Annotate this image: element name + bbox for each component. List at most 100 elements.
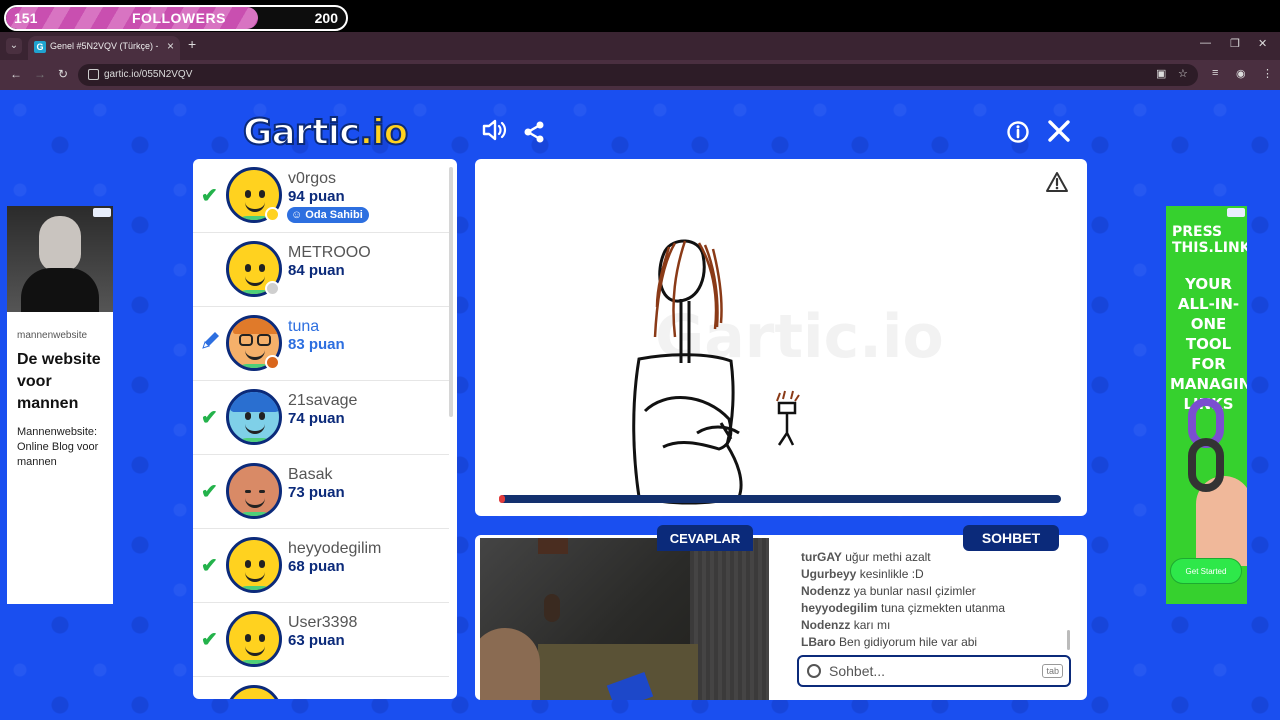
player-row-drawing[interactable]: tuna 83 puan bbox=[193, 307, 449, 381]
room-owner-badge: ☺ Oda Sahibi bbox=[287, 207, 369, 223]
new-tab-button[interactable]: + bbox=[188, 36, 196, 52]
restore-icon[interactable]: ❐ bbox=[1230, 37, 1240, 50]
bookmark-star-icon[interactable]: ☆ bbox=[1178, 67, 1188, 80]
guessed-check-icon: ✔ bbox=[201, 185, 218, 207]
player-name: tuna bbox=[288, 318, 320, 335]
window-close-icon[interactable]: ✕ bbox=[1258, 37, 1267, 50]
chat-bubble-icon bbox=[807, 664, 821, 678]
right-advertisement[interactable]: PRESS THIS.LINK YOUR ALL-IN-ONE TOOL FOR… bbox=[1166, 206, 1247, 604]
address-bar[interactable]: gartic.io/055N2VQV bbox=[78, 64, 1198, 86]
player-row[interactable]: ✔ heyyodegilim 68 puan bbox=[193, 529, 449, 603]
status-dot bbox=[265, 207, 280, 222]
browser-tabstrip: ⌄ G Genel #5N2VQV (Türkçe) - Gart × + — … bbox=[0, 32, 1280, 60]
players-scrollbar[interactable] bbox=[449, 167, 453, 417]
ad-headline[interactable]: De website voor mannen bbox=[7, 341, 113, 415]
status-dot bbox=[265, 281, 280, 296]
player-score: 73 puan bbox=[288, 484, 345, 501]
player-avatar[interactable] bbox=[226, 463, 282, 519]
ad-tagline: YOUR ALL-IN-ONE TOOL FOR MANAGING LINKS bbox=[1170, 275, 1247, 413]
chat-messages: turGAY uğur methi azalt Ugurbeyy kesinli… bbox=[801, 550, 1071, 652]
tab-search-button[interactable]: ⌄ bbox=[6, 38, 22, 54]
ad-get-started-button[interactable]: Get Started bbox=[1170, 558, 1242, 584]
player-score: 83 puan bbox=[288, 336, 345, 353]
ad-choices-icon[interactable] bbox=[93, 208, 111, 217]
player-row[interactable]: ✔ User3398 63 puan bbox=[193, 603, 449, 677]
player-avatar[interactable] bbox=[226, 685, 282, 699]
pencil-icon bbox=[200, 329, 222, 357]
minimize-icon[interactable]: — bbox=[1200, 37, 1211, 49]
player-avatar[interactable] bbox=[226, 537, 282, 593]
streamer-webcam bbox=[480, 538, 769, 700]
followers-label: FOLLOWERS bbox=[132, 10, 226, 26]
tab-chat[interactable]: SOHBET bbox=[963, 525, 1059, 551]
bottom-panel: turGAY uğur methi azalt Ugurbeyy kesinli… bbox=[475, 535, 1087, 700]
player-name: Basak bbox=[288, 466, 333, 483]
ad-source: mannenwebsite bbox=[17, 330, 88, 341]
players-list: ✔ v0rgos 94 puan ☺ Oda Sahibi METROOO 84… bbox=[193, 159, 457, 699]
player-row[interactable] bbox=[193, 677, 449, 699]
chat-message: Nodenzz ya bunlar nasıl çizimler bbox=[801, 584, 976, 598]
ad-choices-icon[interactable] bbox=[1227, 208, 1245, 217]
chat-message: Ugurbeyy kesinlikle :D bbox=[801, 567, 924, 581]
close-tab-icon[interactable]: × bbox=[167, 39, 174, 53]
followers-current: 151 bbox=[14, 10, 38, 26]
stream-overlay: 151 FOLLOWERS 200 bbox=[0, 0, 1280, 32]
browser-menu-icon[interactable]: ⋮ bbox=[1262, 67, 1273, 80]
player-name: v0rgos bbox=[288, 170, 337, 187]
browser-tab[interactable]: G Genel #5N2VQV (Türkçe) - Gart × bbox=[28, 36, 180, 60]
chat-input[interactable] bbox=[829, 661, 1029, 681]
gartic-page: Gartic.io mannenwebsite De website voor … bbox=[0, 90, 1280, 720]
site-info-icon[interactable] bbox=[88, 69, 99, 80]
guessed-check-icon: ✔ bbox=[201, 407, 218, 429]
player-score: 63 puan bbox=[288, 632, 345, 649]
smiley-icon: ☺ bbox=[291, 209, 306, 221]
ad-chain-graphic bbox=[1188, 438, 1224, 492]
round-timer-fill bbox=[499, 495, 505, 503]
player-score: 84 puan bbox=[288, 262, 345, 279]
close-room-icon[interactable] bbox=[1047, 119, 1071, 149]
browser-toolbar: ← → ↻ gartic.io/055N2VQV ▣ ☆ ≡ ◉ ⋮ bbox=[0, 60, 1280, 90]
chat-message: Nodenzz karı mı bbox=[801, 618, 891, 632]
gartic-favicon: G bbox=[34, 41, 46, 53]
chat-input-box[interactable]: tab bbox=[797, 655, 1071, 687]
guessed-check-icon: ✔ bbox=[201, 555, 218, 577]
player-avatar[interactable] bbox=[226, 611, 282, 667]
player-name: User3398 bbox=[288, 614, 358, 631]
svg-text:Gartic.io: Gartic.io bbox=[655, 302, 944, 372]
ad-photo bbox=[7, 206, 113, 312]
player-score: 74 puan bbox=[288, 410, 345, 427]
drawing-strokes: Gartic.io bbox=[632, 239, 944, 505]
tab-answers[interactable]: CEVAPLAR bbox=[657, 525, 753, 551]
player-score: 94 puan bbox=[288, 188, 345, 205]
player-avatar[interactable] bbox=[226, 389, 282, 445]
chat-message: heyyodegilim tuna çizmekten utanma bbox=[801, 601, 1006, 615]
sound-icon[interactable] bbox=[481, 118, 507, 148]
gartic-logo[interactable]: Gartic.io bbox=[242, 111, 409, 154]
left-advertisement[interactable]: mannenwebsite De website voor mannen Man… bbox=[7, 206, 113, 604]
followers-goal: 200 bbox=[314, 10, 338, 26]
chat-message: LBaro Ben gidiyorum hile var abi bbox=[801, 635, 978, 649]
install-app-icon[interactable]: ▣ bbox=[1156, 67, 1166, 80]
player-name: 21savage bbox=[288, 392, 358, 409]
followers-goal-bar: 151 FOLLOWERS 200 bbox=[4, 5, 348, 31]
tab-key-hint: tab bbox=[1042, 664, 1063, 678]
guessed-check-icon: ✔ bbox=[201, 481, 218, 503]
url-text[interactable]: gartic.io/055N2VQV bbox=[104, 69, 192, 80]
player-row[interactable]: ✔ Basak 73 puan bbox=[193, 455, 449, 529]
chat-message: turGAY uğur methi azalt bbox=[801, 550, 931, 564]
share-icon[interactable] bbox=[522, 120, 546, 150]
reload-icon[interactable]: ↻ bbox=[58, 67, 68, 81]
player-row[interactable]: ✔ v0rgos 94 puan ☺ Oda Sahibi bbox=[193, 159, 449, 233]
info-icon[interactable] bbox=[1006, 120, 1030, 150]
profile-icon[interactable]: ◉ bbox=[1236, 67, 1246, 80]
media-controls-icon[interactable]: ≡ bbox=[1212, 67, 1218, 79]
guessed-check-icon: ✔ bbox=[201, 629, 218, 651]
forward-icon[interactable]: → bbox=[34, 67, 46, 81]
player-row[interactable]: ✔ 21savage 74 puan bbox=[193, 381, 449, 455]
player-row[interactable]: METROOO 84 puan bbox=[193, 233, 449, 307]
drawing-canvas[interactable]: Gartic.io bbox=[475, 159, 1087, 516]
tab-title: Genel #5N2VQV (Türkçe) - Gart bbox=[50, 41, 158, 51]
chat-scrollbar[interactable] bbox=[1067, 630, 1070, 650]
back-icon[interactable]: ← bbox=[10, 67, 22, 81]
status-dot bbox=[265, 355, 280, 370]
